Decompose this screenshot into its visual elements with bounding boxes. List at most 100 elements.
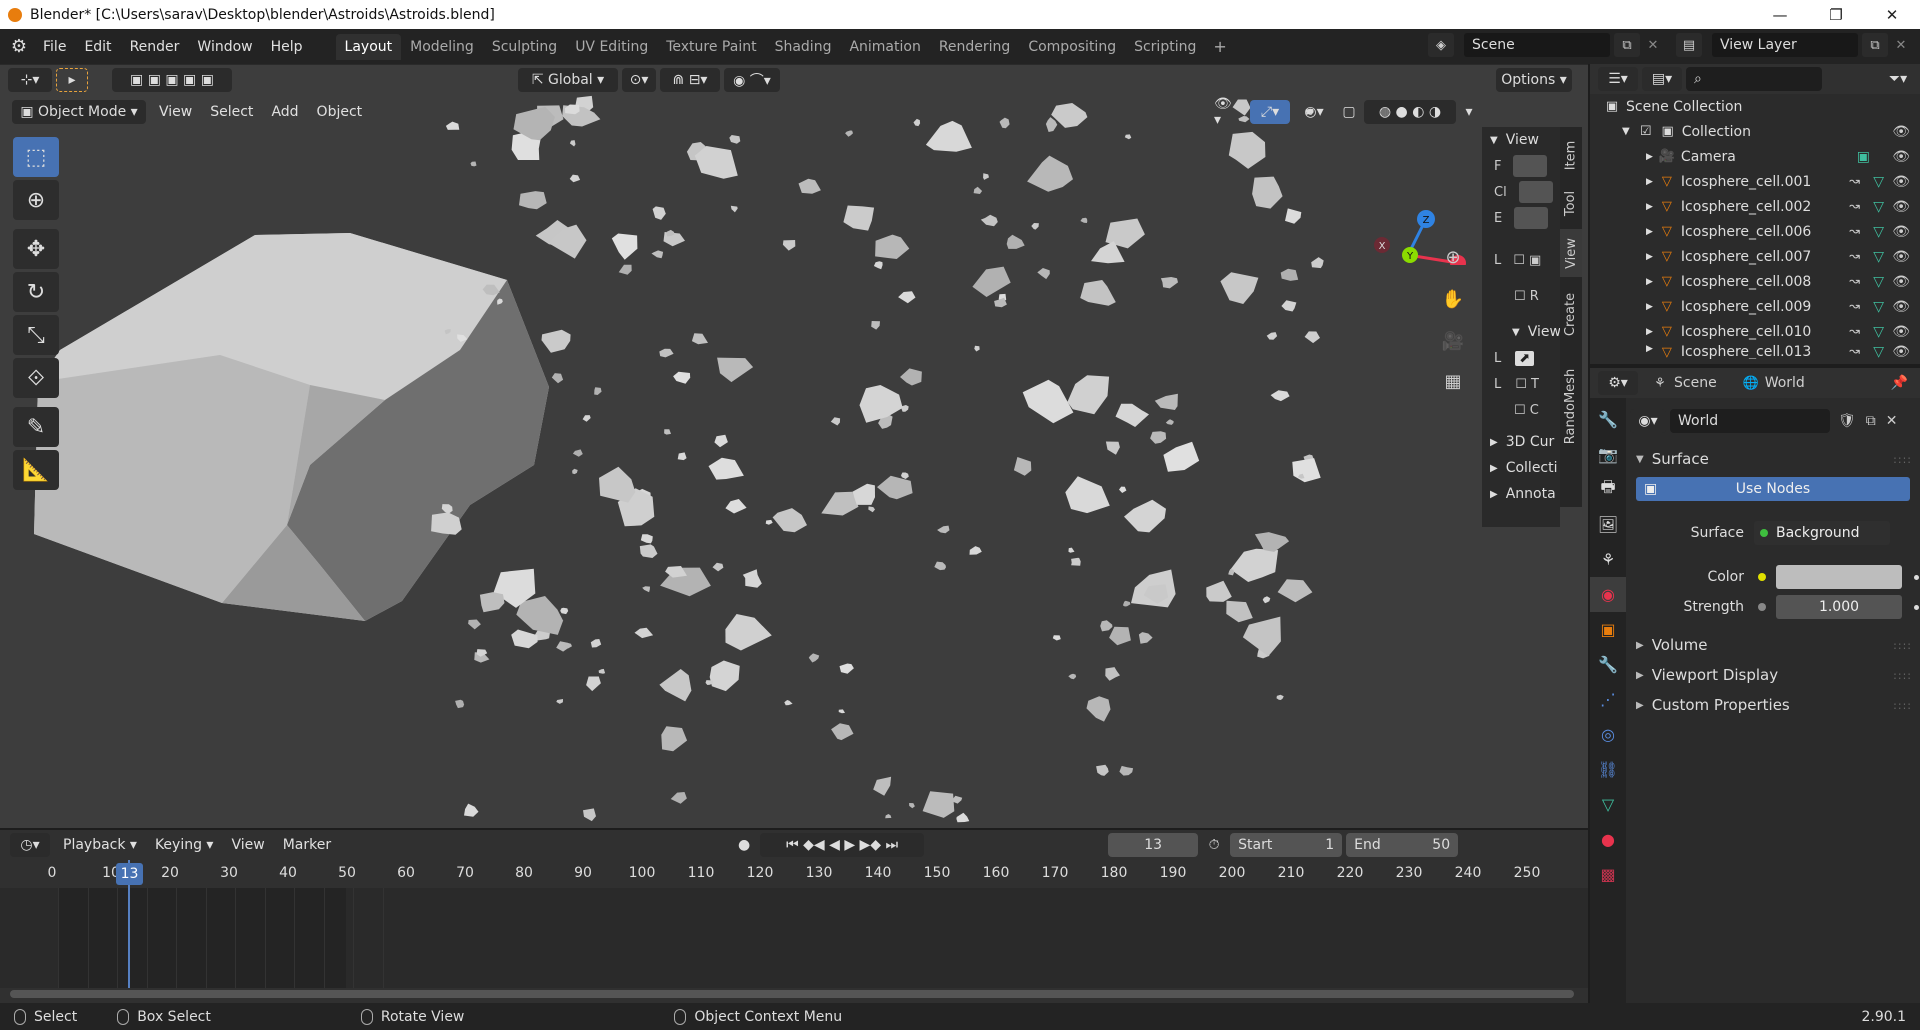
asteroid-rock[interactable] <box>765 519 773 525</box>
menu-render[interactable]: Render <box>121 39 189 55</box>
modifier-icon[interactable]: ↝ <box>1849 274 1860 289</box>
asteroid-rock[interactable] <box>839 663 854 674</box>
preview-range-icon[interactable]: ⏱ <box>1202 833 1226 857</box>
npanel-field[interactable] <box>1513 155 1548 177</box>
asteroid-rock[interactable] <box>843 205 875 231</box>
asteroid-rock[interactable] <box>670 792 687 804</box>
outliner-editor[interactable]: ☰▾ ▤▾ ⌕ ⏷▾ ▣ Scene Collection ▼ ☑ ▣ Collecti… <box>1590 64 1920 364</box>
object-tab-icon[interactable]: ▣ <box>1590 612 1626 647</box>
tab-create[interactable]: Create <box>1560 283 1582 345</box>
delete-scene-icon[interactable]: ✕ <box>1640 33 1666 57</box>
eye-icon[interactable]: 👁 <box>1892 299 1910 315</box>
tab-texture-paint[interactable]: Texture Paint <box>657 34 765 60</box>
asteroid-rock[interactable] <box>1276 694 1284 700</box>
color-swatch[interactable] <box>1776 565 1902 589</box>
asteroid-rock[interactable] <box>1252 176 1283 209</box>
asteroid-rock[interactable] <box>1006 234 1025 249</box>
asteroid-rock[interactable] <box>1154 393 1178 410</box>
view-layer-tab-icon[interactable]: 🖼 <box>1590 507 1626 542</box>
asteroid-rock[interactable] <box>1277 579 1313 603</box>
asteroid-rock[interactable] <box>1086 696 1111 722</box>
selection-modes[interactable]: ▣ ▣ ▣ ▣ ▣ <box>112 68 232 92</box>
pan-hand-icon[interactable]: ✋ <box>1437 283 1469 315</box>
scale-tool[interactable]: ⤡ <box>13 315 59 355</box>
asteroid-rock[interactable] <box>1165 419 1174 425</box>
asteroid-rock[interactable] <box>1266 332 1278 340</box>
asteroid-rock[interactable] <box>1096 764 1109 776</box>
playhead-frame-label[interactable]: 13 <box>116 863 143 885</box>
drag-grip-icon[interactable]: :::: <box>1893 639 1912 652</box>
viewport-menu-view[interactable]: View <box>150 104 201 120</box>
timeline-editor-type-icon[interactable]: ◷▾ <box>10 833 50 857</box>
asteroid-rock[interactable] <box>464 803 479 817</box>
maximize-button[interactable]: ❐ <box>1808 0 1864 29</box>
asteroid-rock[interactable] <box>634 627 654 639</box>
expand-arrow-icon[interactable]: ▶ <box>1646 227 1653 237</box>
asteroid-rock[interactable] <box>640 534 653 544</box>
asteroid-rock[interactable] <box>1052 635 1061 641</box>
mesh-data-icon[interactable]: ▽ <box>1873 299 1884 315</box>
asteroid-rock[interactable] <box>871 321 880 330</box>
asteroid-rock[interactable] <box>511 629 538 649</box>
outliner-editor-type-icon[interactable]: ☰▾ <box>1598 67 1638 91</box>
move-tool[interactable]: ✥ <box>13 229 59 269</box>
transform-tool[interactable]: ⟐ <box>13 358 59 398</box>
outliner-search-input[interactable]: ⌕ <box>1686 67 1822 91</box>
world-name-field[interactable]: World <box>1670 409 1830 433</box>
menu-edit[interactable]: Edit <box>75 39 120 55</box>
keyframe-dot-icon[interactable] <box>1914 574 1919 580</box>
duplicate-icon[interactable]: ⧉ <box>1866 413 1876 429</box>
asteroid-rock[interactable] <box>772 508 807 533</box>
properties-editor[interactable]: ⚙▾ ⚘ Scene 🌐 World 📌 🔧 📷 🖶 🖼 ⚘ ◉ ▣ 🔧 ⋰ ◎… <box>1590 366 1920 1005</box>
render-tab-icon[interactable]: 📷 <box>1590 437 1626 472</box>
outliner-item[interactable]: ▶ ▽ Icosphere_cell.009 ↝ ▽ 👁 <box>1590 294 1920 319</box>
asteroid-rock[interactable] <box>798 178 821 194</box>
npanel-annotation-section[interactable]: ▶ Annota <box>1482 481 1560 507</box>
options-dropdown[interactable]: Options ▾ <box>1496 68 1572 92</box>
eye-icon[interactable]: 👁 <box>1892 224 1910 240</box>
viewport-display-panel-header[interactable]: ▶ Viewport Display:::: <box>1630 660 1920 690</box>
scene-field[interactable]: Scene <box>1464 33 1610 57</box>
asteroid-rock[interactable] <box>1228 568 1235 576</box>
tab-modeling[interactable]: Modeling <box>401 34 483 60</box>
modifier-icon[interactable]: ↝ <box>1849 199 1860 214</box>
material-tab-icon[interactable]: ● <box>1590 822 1626 857</box>
asteroid-rock[interactable] <box>712 562 724 572</box>
asteroid-rock[interactable] <box>831 723 854 741</box>
asteroid-rock[interactable] <box>618 264 632 275</box>
asteroid-rock[interactable] <box>877 475 913 500</box>
unlink-icon[interactable]: ✕ <box>1886 413 1898 429</box>
eye-icon[interactable]: 👁 <box>1892 249 1910 265</box>
asteroid-rock[interactable] <box>1124 499 1166 533</box>
asteroid-rock[interactable] <box>560 607 569 615</box>
asteroid-rock[interactable] <box>1254 532 1290 552</box>
asteroid-rock[interactable] <box>885 814 892 819</box>
npanel-view-header[interactable]: ▼ View <box>1482 127 1560 153</box>
shading-dropdown-icon[interactable]: ▾ <box>1460 100 1478 124</box>
asteroid-rock[interactable] <box>1150 431 1167 444</box>
asteroid-rock[interactable] <box>651 250 664 259</box>
volume-panel-header[interactable]: ▶ Volume:::: <box>1630 630 1920 660</box>
asteroid-rock[interactable] <box>598 668 606 674</box>
expand-arrow-icon[interactable]: ▶ <box>1646 344 1653 354</box>
npanel-3dcursor-section[interactable]: ▶ 3D Cur <box>1482 429 1560 455</box>
asteroid-rock[interactable] <box>1262 596 1271 604</box>
modifier-icon[interactable]: ↝ <box>1849 249 1860 264</box>
npanel-collection-section[interactable]: ▶ Collecti <box>1482 455 1560 481</box>
asteroid-rock[interactable] <box>599 466 636 503</box>
asteroid-rock[interactable] <box>1292 458 1321 483</box>
tab-sculpting[interactable]: Sculpting <box>483 34 566 60</box>
asteroid-rock[interactable] <box>586 676 601 692</box>
outliner-item[interactable]: ▶ ▽ Icosphere_cell.008 ↝ ▽ 👁 <box>1590 269 1920 294</box>
asteroid-rock[interactable] <box>1220 272 1259 304</box>
strength-field[interactable]: 1.000 <box>1776 595 1902 619</box>
asteroid-rock[interactable] <box>1109 626 1131 646</box>
asteroid-rock[interactable] <box>1285 208 1302 224</box>
mesh-data-icon[interactable]: ▽ <box>1873 324 1884 340</box>
asteroid-rock[interactable] <box>673 371 691 384</box>
expand-arrow-icon[interactable]: ▶ <box>1646 252 1653 262</box>
asteroid-rock[interactable] <box>1022 379 1074 424</box>
tab-scripting[interactable]: Scripting <box>1125 34 1205 60</box>
checkbox-icon[interactable]: ☐ <box>1514 289 1526 304</box>
particles-tab-icon[interactable]: ⋰ <box>1590 682 1626 717</box>
